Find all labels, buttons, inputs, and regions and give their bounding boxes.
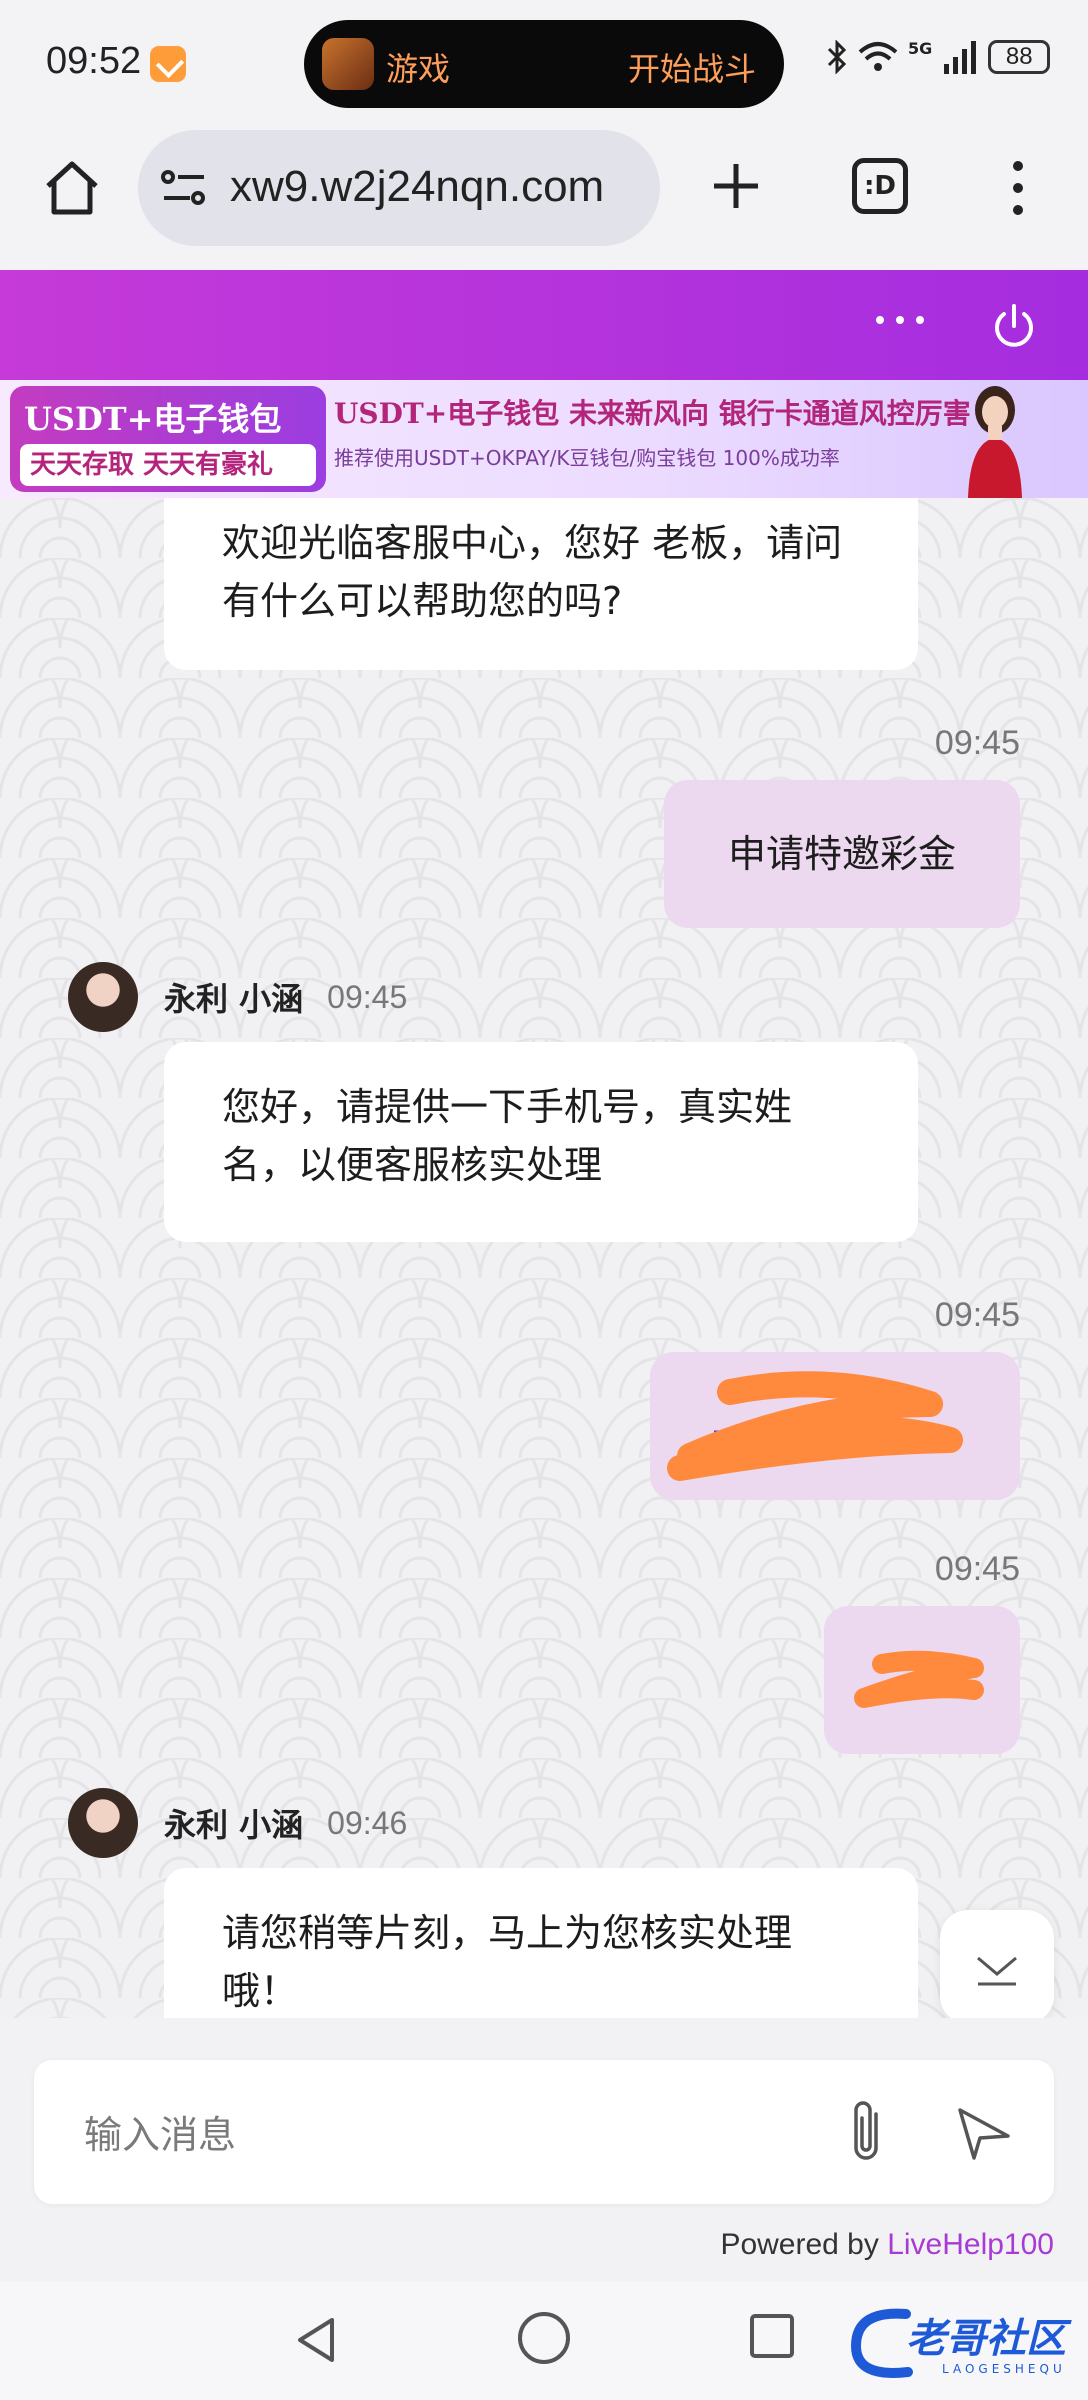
- island-label: 游戏: [386, 50, 451, 88]
- chat-area[interactable]: 欢迎光临客服中心，您好 老板，请问有什么可以帮助您的吗? 09:45 申请特邀彩…: [0, 498, 1088, 2018]
- status-time: 09:52: [46, 40, 142, 82]
- sender-name: 永利 小涵: [164, 1806, 304, 1844]
- recents-icon[interactable]: [750, 2314, 794, 2358]
- back-icon[interactable]: [290, 2312, 346, 2368]
- dynamic-island-game[interactable]: 游戏 开始战斗: [304, 20, 784, 108]
- sender-name: 永利 小涵: [164, 980, 304, 1018]
- send-icon[interactable]: [954, 2102, 1014, 2162]
- home-icon[interactable]: [40, 156, 104, 220]
- bluetooth-icon: [827, 40, 847, 74]
- chevron-down-icon: [977, 1956, 1017, 1986]
- ad-left-panel: USDT+电子钱包 天天存取 天天有豪礼: [10, 386, 326, 492]
- message-incoming: 请您稍等片刻，马上为您核实处理哦！: [164, 1868, 918, 2018]
- agent-avatar: [68, 1788, 138, 1858]
- status-icons: 5G 88: [826, 38, 1051, 74]
- notification-app-icon: [150, 46, 186, 82]
- watermark-text: 老哥社区: [906, 2316, 1066, 2362]
- ad-left-title: USDT+电子钱包: [24, 400, 282, 438]
- message-incoming: 欢迎光临客服中心，您好 老板，请问有什么可以帮助您的吗?: [164, 498, 918, 670]
- redaction-scribble: [854, 1650, 984, 1708]
- message-timestamp: 09:46: [327, 1804, 408, 1841]
- network-type: 5G: [908, 38, 933, 58]
- message-timestamp: 09:45: [327, 978, 408, 1015]
- power-icon[interactable]: [990, 302, 1038, 350]
- message-text: 请您稍等片刻，马上为您核实处理哦！: [222, 1911, 793, 2013]
- powered-brand-link[interactable]: LiveHelp100: [887, 2228, 1054, 2261]
- site-settings-icon[interactable]: [160, 168, 208, 208]
- browser-toolbar: xw9.w2j24nqn.com :D: [0, 128, 1088, 270]
- ad-model-image: [968, 386, 1022, 498]
- signal-icon: [944, 41, 977, 74]
- message-text: 您好，请提供一下手机号，真实姓名，以便客服核实处理: [222, 1085, 793, 1187]
- attachment-icon[interactable]: [842, 2098, 892, 2166]
- message-outgoing-redacted: [824, 1606, 1020, 1754]
- agent-avatar: [68, 962, 138, 1032]
- game-app-icon: [322, 38, 374, 90]
- message-outgoing-redacted: [650, 1352, 1020, 1500]
- watermark-logo: 老哥社区 LAOGESHEQU: [846, 2300, 1076, 2386]
- wifi-icon: [858, 42, 898, 71]
- new-tab-icon[interactable]: [708, 158, 764, 214]
- scroll-to-bottom-button[interactable]: [940, 1910, 1054, 2018]
- message-incoming: 您好，请提供一下手机号，真实姓名，以便客服核实处理: [164, 1042, 918, 1242]
- message-text: 欢迎光临客服中心，您好 老板，请问有什么可以帮助您的吗?: [222, 521, 843, 623]
- system-nav-bar: 老哥社区 LAOGESHEQU: [0, 2282, 1088, 2400]
- chat-header: [0, 270, 1088, 380]
- island-start-battle[interactable]: 开始战斗: [628, 44, 756, 90]
- message-timestamp: 09:45: [934, 1296, 1020, 1334]
- tab-switcher-button[interactable]: :D: [852, 158, 908, 214]
- watermark-subtext: LAOGESHEQU: [942, 2362, 1066, 2376]
- message-outgoing: 申请特邀彩金: [664, 780, 1020, 928]
- message-timestamp: 09:45: [934, 724, 1020, 762]
- address-bar[interactable]: xw9.w2j24nqn.com: [138, 130, 660, 246]
- status-bar: 09:52 游戏 开始战斗 5G 88: [0, 0, 1088, 128]
- ad-main-subtitle: 推荐使用USDT+OKPAY/K豆钱包/购宝钱包 100%成功率: [334, 446, 840, 470]
- ad-left-subtitle: 天天存取 天天有豪礼: [20, 444, 316, 486]
- message-timestamp: 09:45: [934, 1550, 1020, 1588]
- sender-row: 永利 小涵 09:45: [68, 962, 407, 1032]
- powered-by: Powered by LiveHelp100: [720, 2228, 1054, 2262]
- ad-banner[interactable]: USDT+电子钱包 天天存取 天天有豪礼 USDT+电子钱包 未来新风向 银行卡…: [0, 380, 1088, 498]
- ad-main-title: USDT+电子钱包 未来新风向 银行卡通道风控厉害: [334, 397, 971, 430]
- more-horiz-icon[interactable]: [874, 312, 926, 328]
- message-input[interactable]: 输入消息: [84, 2104, 236, 2159]
- message-input-box[interactable]: 输入消息: [34, 2060, 1054, 2204]
- url-text: xw9.w2j24nqn.com: [230, 162, 605, 211]
- redaction-scribble: [667, 1371, 963, 1481]
- home-nav-icon[interactable]: [518, 2312, 570, 2364]
- message-text: 申请特邀彩金: [727, 832, 956, 876]
- battery-indicator: 88: [988, 40, 1051, 74]
- more-vert-icon[interactable]: [1006, 158, 1030, 218]
- powered-prefix: Powered by: [720, 2228, 888, 2261]
- sender-row: 永利 小涵 09:46: [68, 1788, 407, 1858]
